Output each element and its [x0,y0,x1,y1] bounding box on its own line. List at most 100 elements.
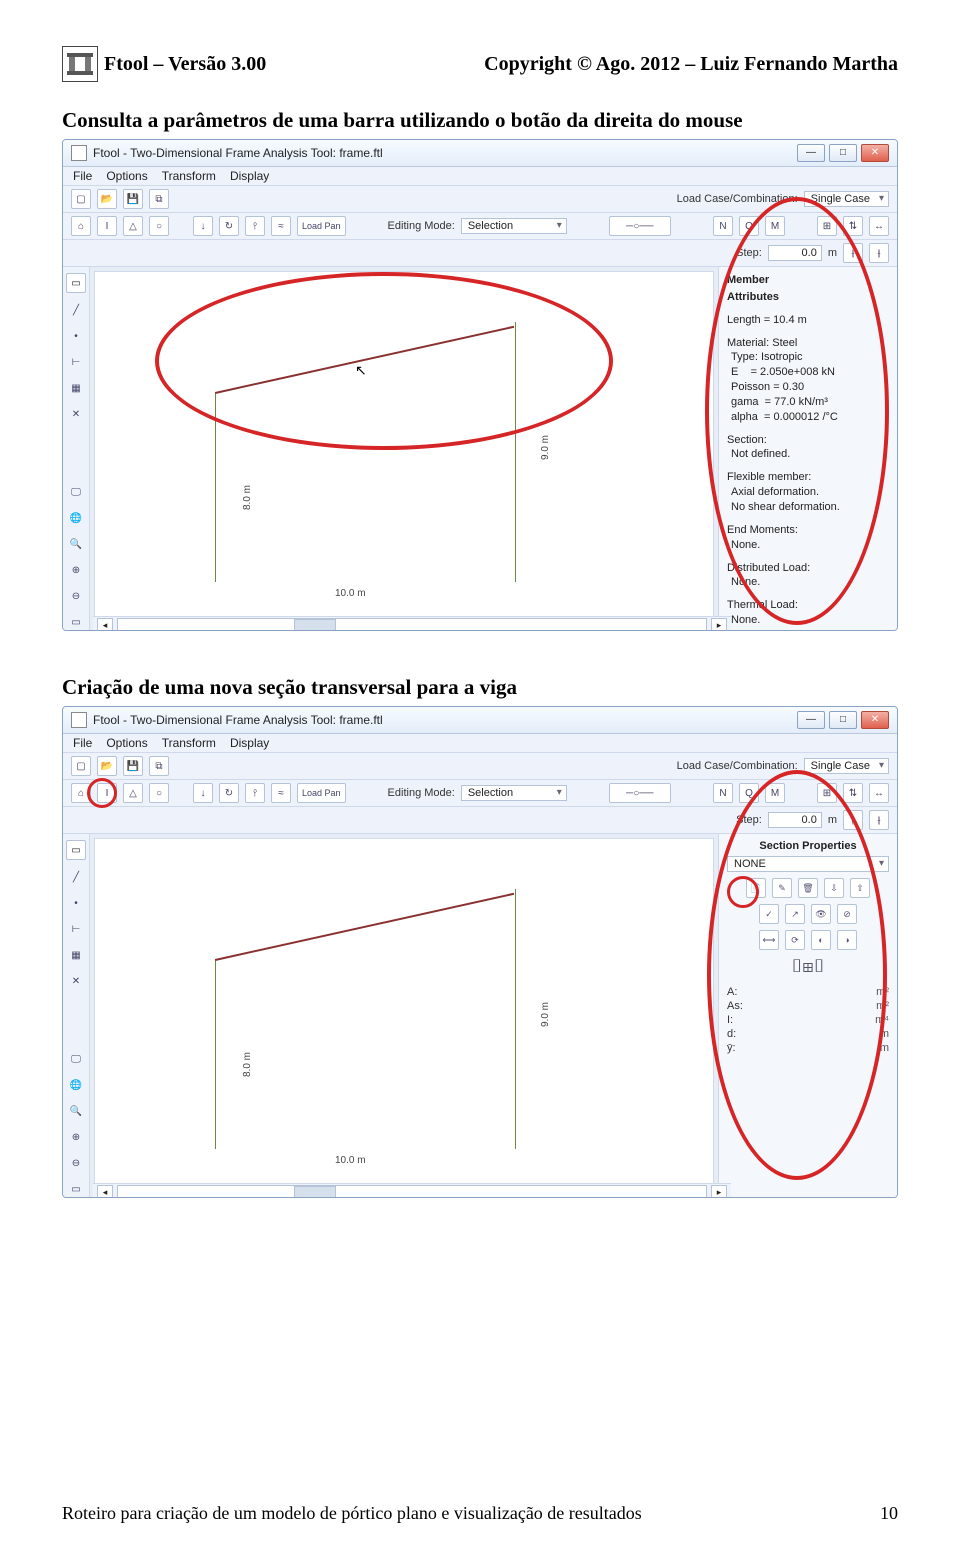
world-icon-2[interactable]: 🌐 [67,1076,85,1094]
load-pan-icon-2[interactable]: Load Pan [297,783,346,803]
prop-mat-icon[interactable]: ⌂ [71,216,91,236]
support-icon[interactable]: △ [123,216,143,236]
grid-tool-icon[interactable]: ▦ [67,379,85,397]
menu-transform-2[interactable]: Transform [162,736,216,750]
screen-icon-2[interactable]: 🖵 [67,1050,85,1068]
editmode-select[interactable]: Selection [461,218,567,234]
fit-icon[interactable]: ▭ [67,613,85,631]
pointer-tool-icon-2[interactable]: ▭ [66,840,86,860]
new-icon[interactable]: ▢ [71,189,91,209]
diagram-q-icon-2[interactable]: Q [739,783,759,803]
result-1-icon[interactable]: ⊞ [817,216,837,236]
save-icon[interactable]: 💾 [123,189,143,209]
open-icon[interactable]: 📂 [97,189,117,209]
menu-transform[interactable]: Transform [162,169,216,183]
sec-show-icon[interactable]: 👁 [811,904,831,924]
delete-tool-icon-2[interactable]: ✕ [67,972,85,990]
copy-icon-2[interactable]: ⧉ [149,756,169,776]
grid-tool-icon-2[interactable]: ▦ [67,946,85,964]
maximize-button-2[interactable]: □ [829,711,857,729]
zoom-out-icon-2[interactable]: ⊖ [67,1154,85,1172]
scroll-right-icon-2[interactable]: ▸ [711,1185,727,1198]
close-button[interactable]: ✕ [861,144,889,162]
sec-clear-icon[interactable]: ⊘ [837,904,857,924]
load-dist-icon[interactable]: ⫯ [245,216,265,236]
loadcase-select[interactable]: Single Case [804,191,889,207]
result-1-icon-2[interactable]: ⊞ [817,783,837,803]
sec-del-icon[interactable]: 🗑 [798,878,818,898]
line-tool-icon[interactable]: ╱ [67,301,85,319]
zoom-icon[interactable]: 🔍 [67,535,85,553]
delete-tool-icon[interactable]: ✕ [67,405,85,423]
load-pan-icon[interactable]: Load Pan [297,216,346,236]
sec-pick-icon[interactable]: ↗ [785,904,805,924]
scroll-thumb[interactable] [294,619,336,631]
sec-exp-icon[interactable]: ⇧ [850,878,870,898]
minimize-button-2[interactable]: — [797,711,825,729]
load-nodal-icon-2[interactable]: ↓ [193,783,213,803]
result-3-icon[interactable]: ↔ [869,216,889,236]
result-2-icon[interactable]: ⇅ [843,216,863,236]
zoom-in-icon-2[interactable]: ⊕ [67,1128,85,1146]
step-input-2[interactable]: 0.0 [768,812,822,828]
step-input[interactable]: 0.0 [768,245,822,261]
load-nodal-icon[interactable]: ↓ [193,216,213,236]
sec-tog1-icon[interactable]: ⟷ [759,930,779,950]
menu-file-2[interactable]: File [73,736,92,750]
zoom-in-icon[interactable]: ⊕ [67,561,85,579]
sec-tog4-icon[interactable]: ◑ [837,930,857,950]
menu-options-2[interactable]: Options [106,736,147,750]
sec-imp-icon[interactable]: ⇩ [824,878,844,898]
line-tool-icon-2[interactable]: ╱ [67,868,85,886]
zoom-out-icon[interactable]: ⊖ [67,587,85,605]
prop-sec-icon[interactable]: I [97,216,117,236]
load-moment-icon[interactable]: ↻ [219,216,239,236]
sec-tog2-icon[interactable]: ⟳ [785,930,805,950]
diagram-n-icon[interactable]: N [713,216,733,236]
zoom-icon-2[interactable]: 🔍 [67,1102,85,1120]
step-mode-2-icon[interactable]: ⫲ [869,243,889,263]
diagram-n-icon-2[interactable]: N [713,783,733,803]
model-canvas-2[interactable]: 10.0 m 8.0 m 9.0 m [94,838,714,1184]
sec-apply-icon[interactable]: ✓ [759,904,779,924]
diagram-m-icon[interactable]: M [765,216,785,236]
save-icon-2[interactable]: 💾 [123,756,143,776]
sec-tog3-icon[interactable]: ◐ [811,930,831,950]
load-temp-icon[interactable]: ≈ [271,216,291,236]
node-tool-icon[interactable]: • [67,327,85,345]
canvas-hscroll-2[interactable]: ◂ ▸ [93,1183,731,1198]
load-temp-icon-2[interactable]: ≈ [271,783,291,803]
model-canvas[interactable]: ↖ 10.0 m 8.0 m 9.0 m [94,271,714,617]
menu-options[interactable]: Options [106,169,147,183]
support-icon-2[interactable]: △ [123,783,143,803]
minimize-button[interactable]: — [797,144,825,162]
hinge-icon-2[interactable]: ○ [149,783,169,803]
diagram-m-icon-2[interactable]: M [765,783,785,803]
open-icon-2[interactable]: 📂 [97,756,117,776]
pointer-tool-icon[interactable]: ▭ [66,273,86,293]
close-button-2[interactable]: ✕ [861,711,889,729]
slider-icon[interactable]: ─○── [609,216,671,236]
step-mode-2-icon-2[interactable]: ⫲ [869,810,889,830]
menu-display-2[interactable]: Display [230,736,269,750]
menu-display[interactable]: Display [230,169,269,183]
menu-file[interactable]: File [73,169,92,183]
dim-tool-icon-2[interactable]: ⊢ [67,920,85,938]
load-moment-icon-2[interactable]: ↻ [219,783,239,803]
editmode-select-2[interactable]: Selection [461,785,567,801]
canvas-hscroll[interactable]: ◂ ▸ [93,616,731,631]
node-tool-icon-2[interactable]: • [67,894,85,912]
new-icon-2[interactable]: ▢ [71,756,91,776]
scroll-right-icon[interactable]: ▸ [711,618,727,631]
load-dist-icon-2[interactable]: ⫯ [245,783,265,803]
step-mode-1-icon-2[interactable]: ⫲ [843,810,863,830]
hinge-icon[interactable]: ○ [149,216,169,236]
diagram-q-icon[interactable]: Q [739,216,759,236]
dim-tool-icon[interactable]: ⊢ [67,353,85,371]
scroll-thumb-2[interactable] [294,1186,336,1198]
section-select-none[interactable]: NONE [727,856,889,872]
sec-ren-icon[interactable]: ✎ [772,878,792,898]
copy-icon[interactable]: ⧉ [149,189,169,209]
result-3-icon-2[interactable]: ↔ [869,783,889,803]
slider-icon-2[interactable]: ─○── [609,783,671,803]
